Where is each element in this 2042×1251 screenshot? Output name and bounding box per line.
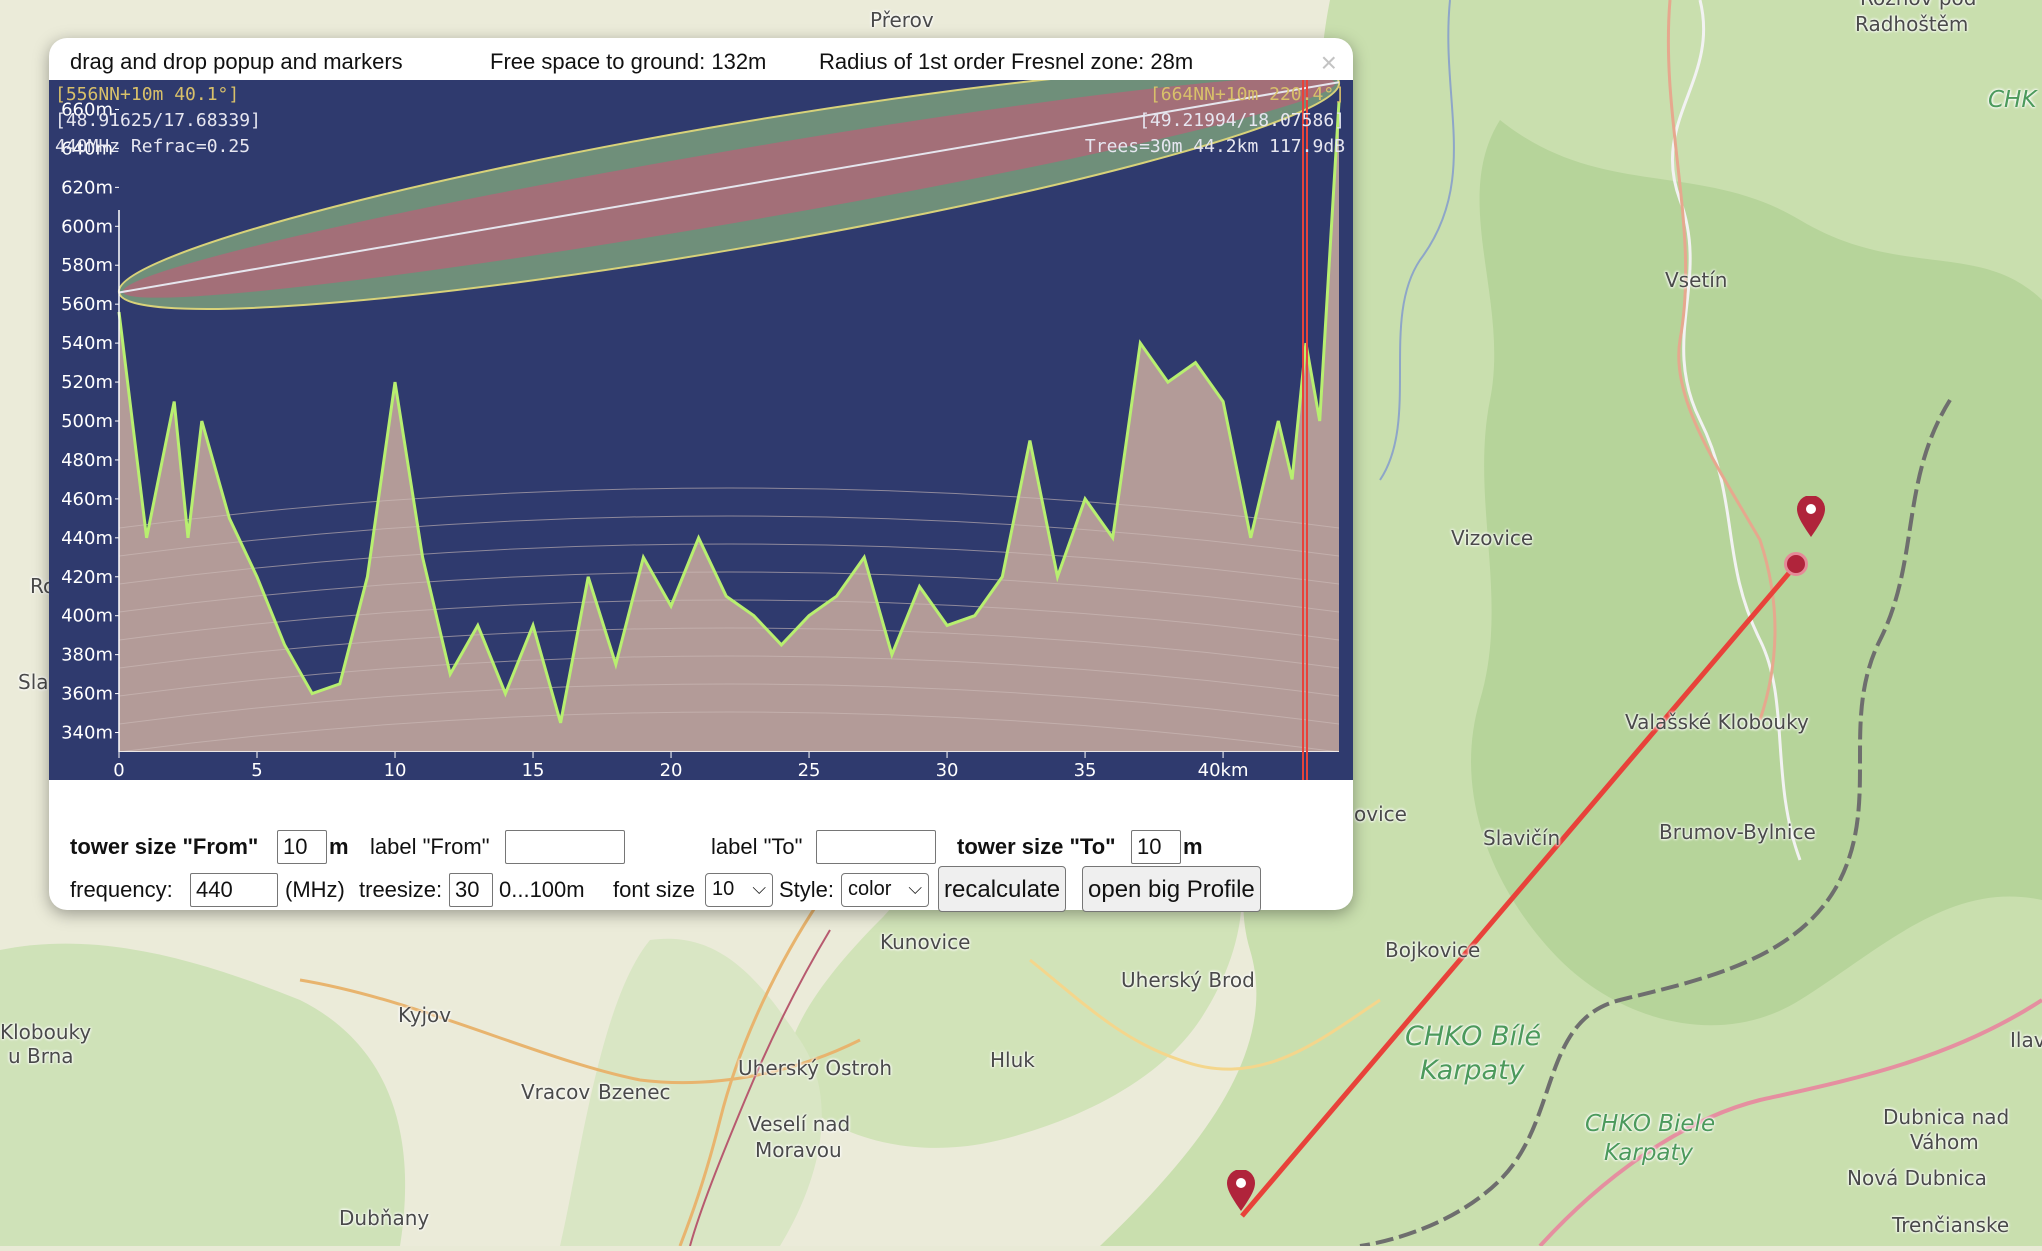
place-label: CHK: [1988, 87, 2037, 113]
place-label: Vsetín: [1665, 268, 1728, 292]
place-label: Radhoštěm: [1855, 12, 1969, 36]
y-tick-label: 440m: [61, 528, 113, 549]
place-label: Dubnica nad: [1883, 1105, 2010, 1129]
x-tick-label: 20: [660, 760, 683, 780]
place-label: Karpaty: [1604, 1140, 1694, 1166]
popup-drag-hint: drag and drop popup and markers: [70, 49, 403, 74]
map-marker-midpoint[interactable]: [1784, 552, 1808, 576]
y-tick-label: 520m: [61, 372, 113, 393]
place-label: CHKO Bílé: [1405, 1021, 1542, 1052]
place-label: Klobouky: [0, 1020, 92, 1044]
place-label: Přerov: [870, 8, 934, 32]
place-label: Trenčianske: [1892, 1213, 2010, 1237]
place-label: Vizovice: [1451, 526, 1534, 550]
elevation-profile-chart[interactable]: 660m640m620m600m580m560m540m520m500m480m…: [49, 80, 1353, 780]
x-tick-label: 35: [1074, 760, 1097, 780]
chevron-down-icon: ⌵: [908, 878, 922, 898]
place-label: Uherský Ostroh: [738, 1056, 893, 1080]
label-from-label: label "From": [370, 834, 490, 859]
style-label: Style:: [779, 877, 835, 902]
x-tick-label: 10: [384, 760, 407, 780]
tower-from-unit: m: [329, 834, 349, 859]
place-label: Sla: [18, 670, 49, 694]
place-label: Váhom: [1910, 1130, 1979, 1154]
x-tick-label: 5: [251, 760, 262, 780]
tower-from-label: tower size "From": [70, 834, 259, 859]
frequency-unit: (MHz): [285, 877, 345, 902]
place-label: Rožnov pod: [1860, 0, 1976, 10]
link-info-to: [664NN+10m 220.4°]: [1150, 84, 1345, 105]
place-label: Karpaty: [1420, 1055, 1525, 1086]
x-axis-band: [49, 752, 1353, 780]
place-label: Veselí nad: [748, 1112, 851, 1136]
treesize-range: 0...100m: [499, 877, 585, 902]
y-tick-label: 580m: [61, 255, 113, 276]
place-label: CHKO Biele: [1585, 1111, 1716, 1137]
treesize-input[interactable]: [449, 873, 493, 907]
chevron-down-icon: ⌵: [752, 878, 766, 898]
place-label: Nová Dubnica: [1847, 1166, 1987, 1190]
place-label: Slavičín: [1483, 826, 1561, 850]
open-big-profile-button[interactable]: open big Profile: [1082, 866, 1261, 912]
place-label: Dubňany: [339, 1206, 430, 1230]
font-size-label: font size: [613, 877, 695, 902]
place-label: Brumov-Bylnice: [1659, 820, 1816, 844]
x-tick-label: 40km: [1198, 760, 1249, 780]
close-icon[interactable]: ×: [1321, 49, 1337, 77]
profile-controls: tower size "From" m label "From" label "…: [49, 780, 1353, 912]
place-label: Vracov: [521, 1080, 591, 1104]
y-tick-label: 340m: [61, 723, 113, 744]
map-marker-to[interactable]: [1796, 495, 1826, 538]
place-label: Moravou: [755, 1138, 842, 1162]
style-select[interactable]: color ⌵: [841, 873, 929, 907]
tower-to-label: tower size "To": [957, 834, 1116, 859]
treesize-label: treesize:: [359, 877, 443, 902]
link-info-from: [48.91625/17.68339]: [55, 110, 261, 131]
place-label: ovice: [1354, 802, 1407, 826]
tower-to-unit: m: [1183, 834, 1203, 859]
fresnel-radius-readout: Radius of 1st order Fresnel zone: 28m: [819, 49, 1194, 74]
y-tick-label: 540m: [61, 333, 113, 354]
y-tick-label: 420m: [61, 567, 113, 588]
y-tick-label: 560m: [61, 294, 113, 315]
label-to-label: label "To": [711, 834, 803, 859]
map-marker-from[interactable]: [1226, 1169, 1256, 1212]
x-tick-label: 25: [798, 760, 821, 780]
frequency-label: frequency:: [70, 877, 173, 902]
tower-from-input[interactable]: [277, 830, 327, 864]
label-from-input[interactable]: [505, 830, 625, 864]
recalculate-button[interactable]: recalculate: [938, 866, 1067, 912]
x-tick-label: 0: [113, 760, 124, 780]
y-tick-label: 500m: [61, 411, 113, 432]
profile-popup[interactable]: drag and drop popup and markers Free spa…: [49, 38, 1353, 912]
y-tick-label: 360m: [61, 684, 113, 705]
y-tick-label: 620m: [61, 177, 113, 198]
link-info-from: 440MHz Refrac=0.25: [55, 136, 250, 157]
frequency-input[interactable]: [190, 873, 278, 907]
popup-header[interactable]: drag and drop popup and markers Free spa…: [49, 38, 1353, 80]
y-tick-label: 480m: [61, 450, 113, 471]
font-size-select[interactable]: 10 ⌵: [705, 873, 773, 907]
y-tick-label: 380m: [61, 645, 113, 666]
place-label: Uherský Brod: [1121, 968, 1255, 992]
place-label: u Brna: [8, 1044, 74, 1068]
place-label: Ilav: [2010, 1028, 2042, 1052]
place-label: Hluk: [990, 1048, 1035, 1072]
place-label: Kyjov: [398, 1003, 452, 1027]
place-label: Bojkovice: [1385, 938, 1481, 962]
free-space-readout: Free space to ground: 132m: [490, 49, 767, 74]
y-tick-label: 600m: [61, 216, 113, 237]
link-info-to: [49.21994/18.07586]: [1139, 110, 1345, 131]
x-tick-label: 30: [936, 760, 959, 780]
x-tick-label: 15: [522, 760, 545, 780]
y-tick-label: 400m: [61, 606, 113, 627]
link-info-from: [556NN+10m 40.1°]: [55, 84, 239, 105]
place-label: Kunovice: [880, 930, 971, 954]
place-label: Valašské Klobouky: [1625, 710, 1809, 734]
label-to-input[interactable]: [816, 830, 936, 864]
link-info-to: Trees=30m 44.2km 117.9dB: [1085, 136, 1345, 157]
y-tick-label: 460m: [61, 489, 113, 510]
tower-to-input[interactable]: [1131, 830, 1181, 864]
place-label: Bzenec: [598, 1080, 671, 1104]
